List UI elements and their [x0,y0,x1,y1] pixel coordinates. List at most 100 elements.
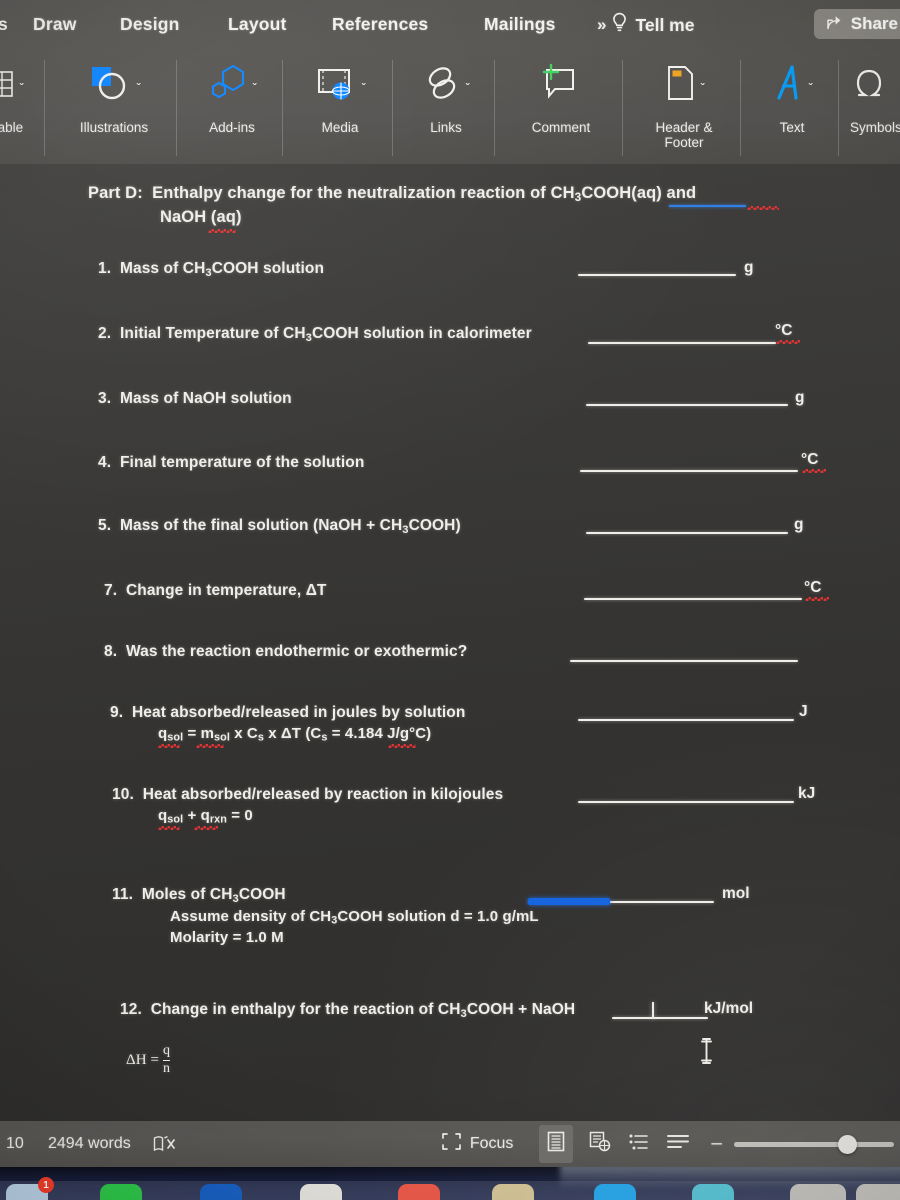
answer-blank[interactable] [580,470,798,472]
answer-blank[interactable] [586,404,788,406]
formula-item10: qsol + qrxn = 0 [158,807,253,826]
ribbon-separator [622,60,623,156]
screen-photo: s Draw Design Layout References Mailings… [0,0,900,1200]
page-indicator[interactable]: 10 [6,1135,40,1153]
view-outline-button[interactable] [629,1133,649,1156]
focus-label[interactable]: Focus [470,1135,514,1153]
dock-item-app-tan[interactable] [492,1184,534,1200]
table-icon[interactable] [0,69,17,104]
answer-blank[interactable] [586,532,788,534]
dock-item-app-green[interactable] [100,1184,142,1200]
dock-item-app-white[interactable] [300,1184,342,1200]
share-label[interactable]: Share [851,14,898,34]
tab-draw[interactable]: Draw [33,14,77,35]
dock-item-doc2[interactable] [856,1184,900,1200]
document-canvas[interactable]: Part D: Enthalpy change for the neutrali… [0,164,900,1121]
ribbon-group-label-media: Media [321,120,359,135]
unit-label: °C [775,322,793,339]
formula-delta-h: ΔH = q n [126,1043,171,1077]
dock-item-app-cyan[interactable] [594,1184,636,1200]
chevron-down-icon[interactable]: ˇ [137,81,141,95]
spellcheck-squiggle [747,206,779,210]
zoom-slider[interactable] [734,1134,894,1154]
ribbon-separator [838,60,839,156]
ribbon-group-text[interactable]: ˇ Text [746,52,838,164]
unit-label: g [744,259,754,276]
dock-item-doc1[interactable] [790,1184,846,1200]
ribbon-overflow-icon[interactable]: » [597,15,607,35]
document-page[interactable]: Part D: Enthalpy change for the neutrali… [0,164,900,1121]
tab-layout[interactable]: Layout [228,14,287,35]
unit-label: J [799,703,808,720]
answer-blank[interactable] [612,1017,708,1019]
tell-me-label[interactable]: Tell me [635,15,694,36]
spellcheck-squiggle [802,469,826,473]
ribbon-tab-clipped[interactable]: s [0,14,10,38]
unit-label: kJ [798,785,816,802]
ribbon-group-media[interactable]: ˇ Media [288,52,392,164]
answer-blank[interactable] [588,342,776,344]
view-print-layout-button[interactable] [539,1125,574,1163]
header-footer-icon[interactable] [664,64,698,109]
chevron-down-icon[interactable]: ˇ [20,81,24,95]
answer-blank[interactable] [578,274,736,276]
ribbon-group-symbols[interactable]: Symbols [846,52,900,164]
chevron-down-icon[interactable]: ˇ [466,81,470,95]
addins-icon[interactable] [208,64,250,109]
chevron-down-icon[interactable]: ˇ [253,81,257,95]
list-item: 4. Final temperature of the solution [98,454,365,471]
ribbon-group-header-footer[interactable]: ˇ Header & Footer [628,52,740,164]
tab-mailings[interactable]: Mailings [484,14,556,35]
dock-item-app-blue[interactable] [200,1184,242,1200]
tab-design[interactable]: Design [120,14,180,35]
zoom-slider-thumb[interactable] [838,1134,857,1154]
media-icon[interactable] [315,64,359,109]
ribbon-group-table[interactable]: ˇ Table [0,52,38,164]
ribbon-separator [392,60,393,156]
focus-button[interactable]: Focus [441,1132,514,1156]
ribbon-group-label-illustrations: Illustrations [79,120,149,135]
draft-icon [667,1133,690,1156]
illustrations-icon[interactable] [88,64,134,109]
proofing-errors-icon[interactable] [153,1135,177,1153]
spellcheck-squiggle [208,229,236,233]
ribbon-group-illustrations[interactable]: ˇ Illustrations [50,52,178,164]
spellcheck-squiggle [158,744,180,748]
ribbon-separator [282,60,283,156]
ribbon-separator [740,60,741,156]
answer-blank[interactable] [578,801,794,803]
dock-item-app-red[interactable] [398,1184,440,1200]
answer-blank[interactable] [584,598,802,600]
ribbon-groups: ˇ Table ˇ Illustrations [0,52,900,164]
formula-item9: qsol = msol x Cs x ΔT (Cs = 4.184 J/g°C) [158,725,432,744]
lightbulb-icon [611,12,628,38]
view-web-layout-button[interactable] [589,1131,611,1157]
chevron-down-icon[interactable]: ˇ [362,81,366,95]
tab-references[interactable]: References [332,14,428,35]
focus-icon [441,1132,462,1156]
answer-blank[interactable] [578,719,794,721]
ribbon-group-addins[interactable]: ˇ Add-ins [182,52,282,164]
ribbon-group-links[interactable]: ˇ Links [398,52,494,164]
unit-label: °C [801,451,819,468]
dock-badge: 1 [38,1177,54,1193]
ribbon-group-label-header-footer: Header & Footer [655,120,713,150]
print-layout-icon [547,1131,565,1157]
tell-me-group[interactable]: » Tell me [597,12,694,38]
answer-blank[interactable] [570,660,798,662]
dock-item-app-teal[interactable] [692,1184,734,1200]
spellcheck-squiggle [158,826,180,830]
comment-icon[interactable] [537,63,583,110]
item11-note-density: Assume density of CH3COOH solution d = 1… [170,908,539,927]
view-draft-button[interactable] [667,1133,690,1156]
links-icon[interactable] [423,65,463,108]
zoom-out-button[interactable]: – [711,1133,722,1155]
symbols-icon[interactable] [852,64,888,109]
chevron-down-icon[interactable]: ˇ [701,81,705,95]
word-count[interactable]: 2494 words [48,1135,131,1153]
chevron-down-icon[interactable]: ˇ [809,81,813,95]
spellcheck-squiggle [776,340,800,344]
share-button[interactable]: Share [813,9,900,39]
text-icon[interactable] [772,64,806,109]
ribbon-group-comment[interactable]: Comment [500,52,622,164]
